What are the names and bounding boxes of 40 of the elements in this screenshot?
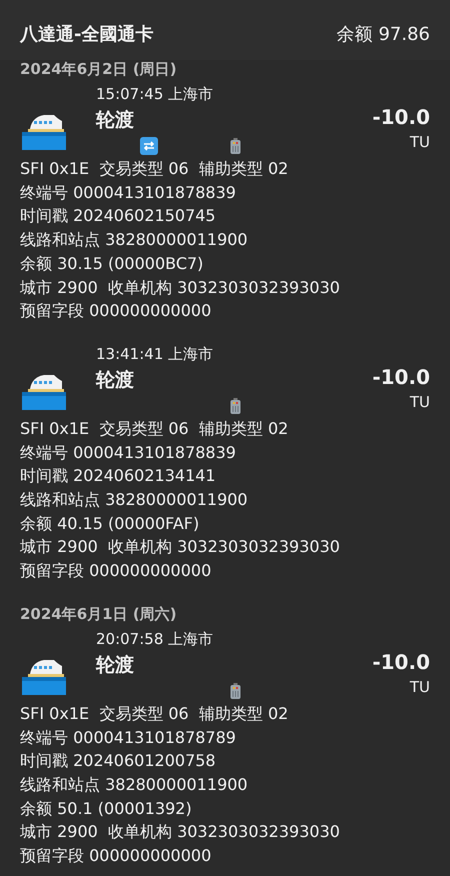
detail-line: 时间戳 20240602150745 [20,205,217,228]
detail-line: 时间戳 20240602134141 [20,465,217,488]
transaction-title: 轮渡 [96,368,135,393]
balance: 余额 97.86 [336,23,430,46]
time-location: 15:07:45 上海市 [96,85,214,105]
currency-unit: TU [410,392,430,411]
detail-line: SFI 0x1E 交易类型 06 辅助类型 02 [20,702,290,725]
detail-line: 时间戳 20240601200758 [20,750,217,772]
luggage-icon [230,682,241,699]
detail-line: 终端号 0000413101878839 [20,182,237,204]
detail-line: 城市 2900 收单机构 3032303032393030 [20,536,341,558]
date-header: 2024年6月1日 (周六) [19,604,178,625]
luggage-icon [230,398,241,414]
detail-line: 线路和站点 38280000011900 [20,229,249,252]
transaction-title: 轮渡 [96,652,135,678]
date-header: 2024年6月2日 (周日) [19,60,178,80]
time-location: 13:41:41 上海市 [96,344,214,365]
detail-line: 余额 50.1 (00001392) [20,798,193,820]
detail-line: 线路和站点 38280000011900 [20,489,249,512]
detail-line: 城市 2900 收单机构 3032303032393030 [20,821,341,844]
amount: -10.0 [372,364,430,391]
detail-line: 预留字段 000000000000 [20,300,212,322]
detail-line: 余额 40.15 (00000FAF) [20,512,200,535]
detail-line: 城市 2900 收单机构 3032303032393030 [20,276,341,299]
amount: -10.0 [372,105,430,131]
amount: -10.0 [372,650,430,676]
card-title: 八達通-全國通卡 [20,23,154,46]
detail-line: 预留字段 000000000000 [20,845,212,868]
detail-line: 余额 30.15 (00000BC7) [20,252,204,275]
detail-line: 终端号 0000413101878789 [20,726,237,749]
luggage-icon [230,138,241,154]
currency-unit: TU [410,133,430,151]
detail-line: 线路和站点 38280000011900 [20,774,249,796]
detail-line: SFI 0x1E 交易类型 06 辅助类型 02 [20,158,290,180]
detail-line: 预留字段 000000000000 [20,560,212,582]
currency-unit: TU [410,678,430,696]
time-location: 20:07:58 上海市 [96,630,214,650]
detail-line: SFI 0x1E 交易类型 06 辅助类型 02 [20,418,290,440]
transaction-title: 轮渡 [96,108,135,133]
detail-line: 终端号 0000413101878839 [20,442,237,464]
